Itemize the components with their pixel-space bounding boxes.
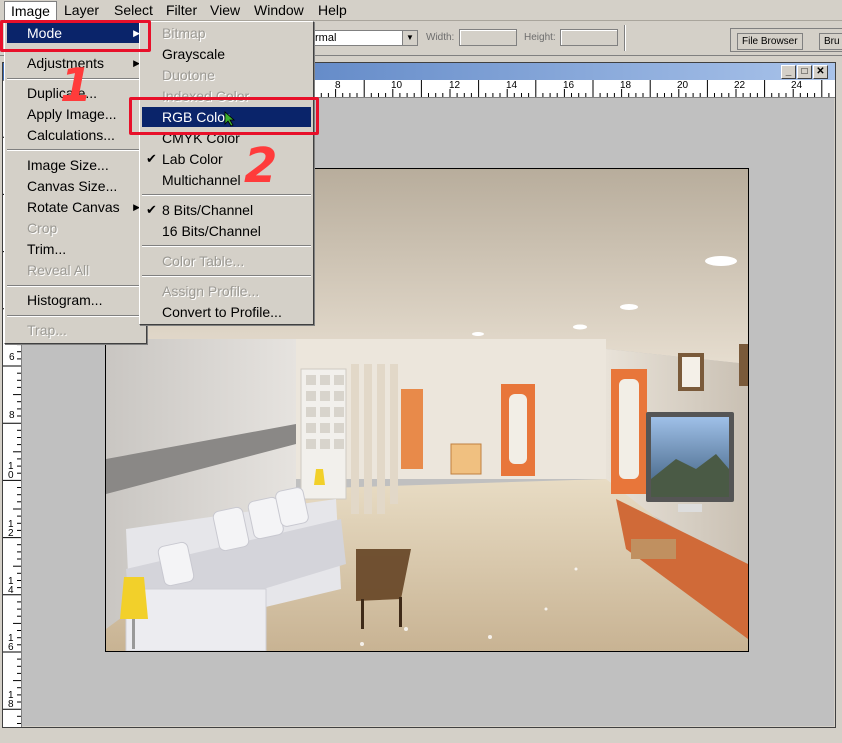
menu-help[interactable]: Help bbox=[312, 0, 353, 20]
menu-separator bbox=[142, 275, 311, 277]
ruler-label: 12 bbox=[449, 80, 461, 91]
menu-item-16-bits[interactable]: 16 Bits/Channel bbox=[142, 221, 311, 241]
menu-separator bbox=[7, 285, 144, 287]
checkmark-icon: ✔ bbox=[146, 202, 157, 217]
menu-layer[interactable]: Layer bbox=[58, 0, 105, 20]
menu-bar: Image Layer Select Filter View Window He… bbox=[0, 0, 842, 21]
menu-item-label: 8 Bits/Channel bbox=[162, 202, 254, 218]
width-label: Width: bbox=[426, 32, 455, 43]
close-icon[interactable]: ✕ bbox=[813, 65, 828, 79]
ruler-label: 24 bbox=[791, 80, 803, 91]
menu-item-multichannel[interactable]: Multichannel bbox=[142, 170, 311, 190]
menu-item-calculations[interactable]: Calculations... bbox=[7, 125, 146, 145]
menu-view[interactable]: View bbox=[204, 0, 246, 20]
menu-item-8-bits[interactable]: ✔ 8 Bits/Channel bbox=[142, 200, 311, 220]
maximize-icon[interactable]: □ bbox=[797, 65, 812, 79]
menu-item-label: Lab Color bbox=[162, 151, 223, 167]
menu-item-trim[interactable]: Trim... bbox=[7, 239, 146, 259]
ruler-label: 6 bbox=[9, 352, 15, 363]
menu-item-color-table: Color Table... bbox=[162, 253, 245, 269]
palette-well: File Browser Bru bbox=[730, 28, 842, 52]
ruler-label: 1 6 bbox=[8, 633, 14, 653]
tab-file-browser[interactable]: File Browser bbox=[737, 33, 803, 50]
menu-item-trap: Trap... bbox=[27, 322, 67, 338]
menu-item-bitmap: Bitmap bbox=[162, 25, 206, 41]
menu-item-label: Rotate Canvas bbox=[27, 199, 120, 215]
ruler-label: 22 bbox=[734, 80, 746, 91]
menu-item-image-size[interactable]: Image Size... bbox=[7, 155, 146, 175]
style-select-value: rmal bbox=[315, 32, 337, 44]
divider bbox=[624, 25, 626, 51]
menu-separator bbox=[142, 194, 311, 196]
ruler-label: 8 bbox=[9, 410, 15, 421]
menu-item-histogram[interactable]: Histogram... bbox=[7, 290, 146, 310]
menu-item-convert-to-profile[interactable]: Convert to Profile... bbox=[142, 302, 311, 322]
mode-submenu: Bitmap Grayscale Duotone Indexed Color R… bbox=[139, 21, 314, 325]
width-field[interactable] bbox=[459, 29, 517, 46]
ruler-label: 14 bbox=[506, 80, 518, 91]
style-select[interactable]: rmal ▼ bbox=[312, 30, 418, 46]
menu-window[interactable]: Window bbox=[248, 0, 310, 20]
ruler-label: 20 bbox=[677, 80, 689, 91]
ruler-label: 8 bbox=[335, 80, 341, 91]
menu-separator bbox=[7, 315, 144, 317]
menu-item-rotate-canvas[interactable]: Rotate Canvas ▶ bbox=[7, 197, 146, 217]
step-2-annotation: 2 bbox=[244, 138, 278, 194]
step-1-annotation: 1 bbox=[60, 58, 93, 112]
menu-separator bbox=[142, 245, 311, 247]
chevron-down-icon[interactable]: ▼ bbox=[402, 31, 417, 45]
ruler-label: 10 bbox=[391, 80, 403, 91]
highlight-box-rgb bbox=[129, 97, 319, 135]
ruler-label: 18 bbox=[620, 80, 632, 91]
height-field[interactable] bbox=[560, 29, 618, 46]
menu-item-assign-profile: Assign Profile... bbox=[162, 283, 260, 299]
menu-item-grayscale[interactable]: Grayscale bbox=[142, 44, 311, 64]
highlight-box-mode bbox=[0, 20, 151, 52]
ruler-label: 1 0 bbox=[8, 461, 14, 481]
minimize-icon[interactable]: _ bbox=[781, 65, 796, 79]
ruler-label: 16 bbox=[563, 80, 575, 91]
checkmark-icon: ✔ bbox=[146, 151, 157, 166]
ruler-label: 1 8 bbox=[8, 690, 14, 710]
ruler-label: 1 4 bbox=[8, 576, 14, 596]
menu-item-lab-color[interactable]: ✔ Lab Color bbox=[142, 149, 311, 169]
menu-item-canvas-size[interactable]: Canvas Size... bbox=[7, 176, 146, 196]
menu-separator bbox=[7, 149, 144, 151]
tab-brushes[interactable]: Bru bbox=[819, 33, 842, 50]
menu-item-duotone: Duotone bbox=[162, 67, 215, 83]
menu-select[interactable]: Select bbox=[108, 0, 159, 20]
height-label: Height: bbox=[524, 32, 556, 43]
menu-image[interactable]: Image bbox=[4, 1, 57, 21]
menu-item-crop: Crop bbox=[27, 220, 58, 236]
ruler-label: 1 2 bbox=[8, 519, 14, 539]
menu-filter[interactable]: Filter bbox=[160, 0, 203, 20]
menu-item-reveal-all: Reveal All bbox=[27, 262, 90, 278]
